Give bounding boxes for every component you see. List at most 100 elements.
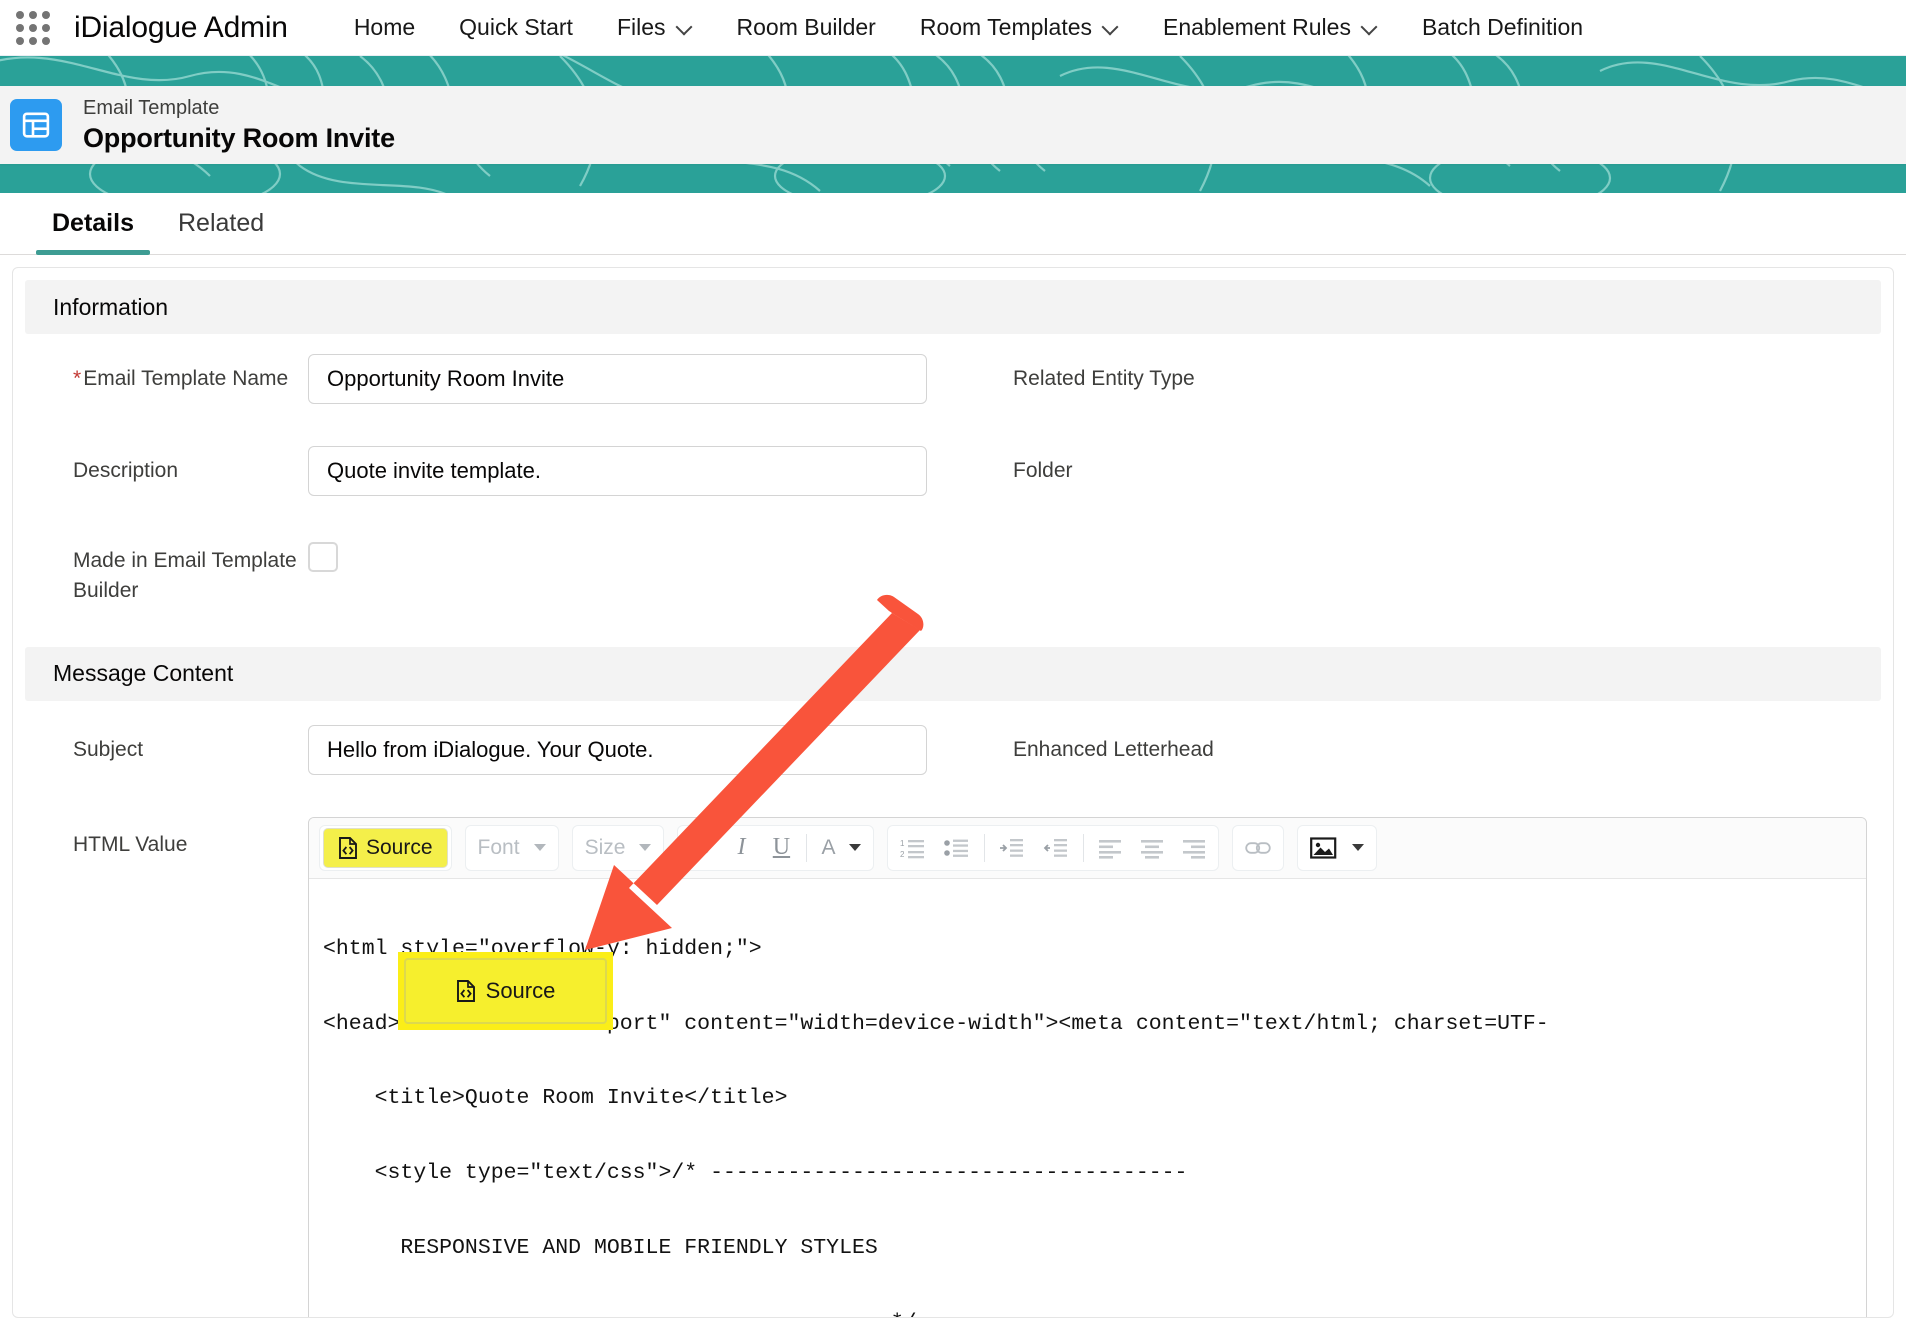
field-row-made-in-builder: Made in Email Template Builder [13, 536, 1893, 607]
record-header-card: Email Template Opportunity Room Invite [0, 86, 1906, 164]
nav-item-list: Home Quick Start Files Room Builder Room… [332, 0, 1605, 55]
record-banner: Email Template Opportunity Room Invite [0, 56, 1906, 193]
nav-item-label: Enablement Rules [1163, 14, 1351, 41]
code-line: <style type="text/css">/* --------------… [309, 1161, 1866, 1186]
nav-item-files[interactable]: Files [595, 0, 715, 55]
field-label: Folder [953, 446, 1248, 486]
email-template-icon [10, 99, 62, 151]
code-line: ------------------------------------- */ [309, 1311, 1866, 1318]
align-center-icon [1140, 837, 1164, 859]
app-launcher-waffle-icon[interactable] [10, 5, 56, 51]
email-template-name-input[interactable]: Opportunity Room Invite [308, 354, 927, 404]
field-label-text: Email Template Name [83, 367, 288, 390]
bulleted-list-button[interactable] [935, 828, 979, 868]
field-email-template-name: *Email Template Name Opportunity Room In… [13, 354, 953, 404]
details-panel: Information *Email Template Name Opportu… [0, 255, 1906, 1318]
image-button[interactable] [1301, 828, 1373, 868]
underline-button[interactable]: U [761, 828, 801, 868]
global-navigation-bar: iDialogue Admin Home Quick Start Files R… [0, 0, 1906, 56]
size-dropdown-label: Size [585, 836, 626, 860]
field-enhanced-letterhead: Enhanced Letterhead [953, 725, 1893, 765]
field-subject: Subject Hello from iDialogue. Your Quote… [13, 725, 953, 775]
field-label: Subject [13, 725, 308, 765]
app-name-label: iDialogue Admin [68, 11, 288, 45]
size-dropdown[interactable]: Size [576, 828, 661, 868]
chevron-down-icon [639, 844, 651, 851]
chevron-down-icon[interactable] [1352, 844, 1364, 851]
bold-button[interactable]: B [681, 828, 721, 868]
toolbar-divider [806, 834, 807, 862]
text-color-button[interactable]: A [812, 828, 870, 868]
nav-item-label: Batch Definition [1422, 14, 1583, 41]
source-button-highlight-visible-label: Source [404, 958, 607, 1024]
nav-item-label: Room Builder [737, 14, 876, 41]
link-icon [1245, 838, 1271, 858]
nav-item-label: Room Templates [920, 14, 1092, 41]
align-right-icon [1182, 837, 1206, 859]
tab-details[interactable]: Details [30, 193, 156, 254]
subject-input[interactable]: Hello from iDialogue. Your Quote. [308, 725, 927, 775]
source-code-icon [338, 837, 358, 859]
outdent-button[interactable] [1034, 828, 1078, 868]
svg-text:2: 2 [900, 850, 905, 859]
toolbar-divider [1083, 834, 1084, 862]
nav-item-enablement-rules[interactable]: Enablement Rules [1141, 0, 1400, 55]
section-header-message-content[interactable]: Message Content [25, 647, 1881, 701]
code-line: RESPONSIVE AND MOBILE FRIENDLY STYLES [309, 1236, 1866, 1261]
code-line: <title>Quote Room Invite</title> [309, 1086, 1866, 1111]
indent-button[interactable] [990, 828, 1034, 868]
section-header-information[interactable]: Information [25, 280, 1881, 334]
indent-icon [999, 837, 1025, 859]
field-made-in-email-template-builder: Made in Email Template Builder [13, 536, 953, 607]
field-row-description-folder: Description Quote invite template. Folde… [13, 446, 1893, 496]
tab-label: Details [52, 209, 134, 238]
font-dropdown[interactable]: Font [469, 828, 555, 868]
nav-item-home[interactable]: Home [332, 0, 437, 55]
nav-item-room-builder[interactable]: Room Builder [715, 0, 898, 55]
nav-item-batch-definition[interactable]: Batch Definition [1400, 0, 1605, 55]
align-left-button[interactable] [1089, 828, 1131, 868]
link-button[interactable] [1236, 828, 1280, 868]
description-input[interactable]: Quote invite template. [308, 446, 927, 496]
tab-label: Related [178, 209, 264, 238]
details-card: Information *Email Template Name Opportu… [12, 267, 1894, 1318]
field-label: Related Entity Type [953, 354, 1248, 394]
field-row-subject-letterhead: Subject Hello from iDialogue. Your Quote… [13, 725, 1893, 775]
tab-related[interactable]: Related [156, 193, 286, 254]
outdent-icon [1043, 837, 1069, 859]
nav-item-room-templates[interactable]: Room Templates [898, 0, 1141, 55]
field-label: Enhanced Letterhead [953, 725, 1248, 765]
text-color-label: A [821, 836, 835, 860]
chevron-down-icon [534, 844, 546, 851]
toolbar-group-lists-align: 1 2 [887, 825, 1219, 871]
field-row-name-entity: *Email Template Name Opportunity Room In… [13, 354, 1893, 404]
chevron-down-icon[interactable] [1362, 23, 1378, 33]
chevron-down-icon[interactable] [677, 23, 693, 33]
chevron-down-icon[interactable] [849, 844, 861, 851]
toolbar-group-text-format: B I U A [677, 825, 874, 871]
record-object-label: Email Template [83, 96, 395, 121]
nav-item-quick-start[interactable]: Quick Start [437, 0, 595, 55]
nav-item-label: Quick Start [459, 14, 573, 41]
align-right-button[interactable] [1173, 828, 1215, 868]
align-center-button[interactable] [1131, 828, 1173, 868]
nav-item-label: Home [354, 14, 415, 41]
align-left-icon [1098, 837, 1122, 859]
toolbar-group-font: Font [465, 825, 559, 871]
bulleted-list-icon [944, 837, 970, 859]
chevron-down-icon[interactable] [1103, 23, 1119, 33]
source-button[interactable]: Source [323, 828, 448, 868]
font-dropdown-label: Font [478, 836, 520, 860]
made-in-builder-checkbox[interactable] [308, 542, 338, 572]
source-code-icon [456, 980, 476, 1002]
html-source-code-area[interactable]: <html style="overflow-y: hidden;"> <head… [309, 879, 1866, 1318]
toolbar-group-size: Size [572, 825, 665, 871]
toolbar-group-image [1297, 825, 1377, 871]
field-label: *Email Template Name [13, 354, 308, 394]
source-button-label: Source [366, 836, 433, 860]
italic-button[interactable]: I [721, 828, 761, 868]
field-label: Made in Email Template Builder [13, 536, 308, 607]
source-button-label-overlay[interactable]: Source [486, 978, 556, 1004]
numbered-list-button[interactable]: 1 2 [891, 828, 935, 868]
numbered-list-icon: 1 2 [900, 837, 926, 859]
